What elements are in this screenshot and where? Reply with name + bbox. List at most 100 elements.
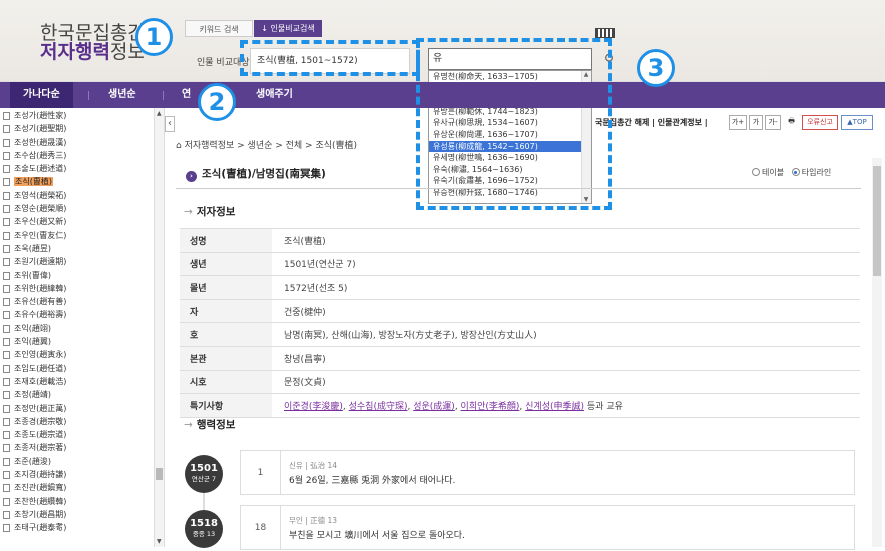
sidebar-author-item[interactable]: 조영석(趙榮祏) [0,189,164,202]
document-icon [3,391,10,400]
sidebar-author-item[interactable]: 조정(趙靖) [0,388,164,401]
sidebar-author-item[interactable]: 조우신(趙又新) [0,215,164,228]
document-icon [3,471,10,480]
document-icon [3,284,10,293]
sidebar-author-item[interactable]: 조유수(趙裕壽) [0,308,164,321]
document-icon [3,244,10,253]
main-scrollbar[interactable] [872,158,882,547]
author-info-table: 성명 조식(曺植) 생년 1501년(연산군 7) 몰년 1572년(선조 5) 자 건중(楗… [180,228,860,418]
timeline-year: 1518 중종 13 [185,510,223,548]
scroll-up-icon[interactable]: ▲ [157,110,162,117]
sidebar-author-item[interactable]: 조수삼(趙秀三) [0,149,164,162]
author-list: 조성가(趙性家) 조성기(趙聖期) 조성한(趙晟漢) 조수삼(趙秀三) 조술도(趙述道)… [0,108,165,547]
sidebar-author-item[interactable]: 조종도(趙宗道) [0,428,164,441]
annotation-badge-1: 1 [135,18,173,56]
error-report-button[interactable]: 오류신고 [802,115,838,130]
document-icon [3,404,10,413]
radio-timeline[interactable] [791,168,800,176]
info-row: 시호 문정(文貞) [180,370,860,394]
document-icon [3,165,10,174]
tab-person-compare[interactable]: ↓ 인물비교검색 [254,20,322,37]
sidebar-author-item[interactable]: 조종경(趙宗敬) [0,415,164,428]
sidebar-author-item[interactable]: 조익(趙翊) [0,322,164,335]
sidebar-scroll-thumb[interactable] [156,468,163,480]
sidebar-author-item[interactable]: 조태구(趙泰耉) [0,521,164,534]
font-reset-button[interactable]: 가 [749,115,763,130]
nav-alphabetical[interactable]: 가나다순 [10,82,73,108]
sidebar-author-item[interactable]: 조위한(趙緯韓) [0,282,164,295]
info-row: 특기사항 이준경(李浚慶), 성수침(成守琛), 성운(成運), 이희안(李希顔)… [180,393,860,418]
document-icon [3,444,10,453]
nav-birth-year[interactable]: 생년순 [108,82,136,108]
sidebar-author-item[interactable]: 조성한(趙晟漢) [0,136,164,149]
page-title: › 조식(曺植)/남명집(南冥集) [186,166,326,182]
font-increase-button[interactable]: 가+ [729,115,747,130]
document-icon [3,510,10,519]
tab-keyword-search[interactable]: 키워드 검색 [185,20,253,37]
top-button[interactable]: ▲TOP [841,115,873,130]
document-icon [3,298,10,307]
sidebar-author-item[interactable]: 조정만(趙正萬) [0,402,164,415]
nav-era[interactable]: 연 [182,82,191,108]
document-icon [3,324,10,333]
sidebar-author-item[interactable]: 조원기(趙遠期) [0,255,164,268]
chevron-right-icon: › [186,171,197,182]
sidebar-author-item[interactable]: 조익(趙翼) [0,335,164,348]
sidebar-author-item[interactable]: 조창기(趙昌期) [0,508,164,521]
document-icon [3,125,10,134]
sidebar-author-item[interactable]: 조진관(趙鎭寬) [0,481,164,494]
document-icon [3,497,10,506]
print-icon[interactable]: 🖶 [785,115,798,130]
logo-line2: 저자행력정보 [40,41,145,63]
info-row: 본관 창녕(昌寧) [180,346,860,371]
main-scroll-thumb[interactable] [873,166,881,276]
arrow-right-icon: → [184,206,193,218]
document-icon [3,311,10,320]
view-toggle[interactable]: 테이블 타임라인 [752,167,831,178]
font-decrease-button[interactable]: 가- [765,115,781,130]
sidebar-author-item[interactable]: 조인영(趙寅永) [0,348,164,361]
sidebar-author-item[interactable]: 조임도(趙任道) [0,362,164,375]
home-icon[interactable]: ⌂ [176,141,182,151]
sidebar-author-item[interactable]: 조식(曺植) [0,175,164,188]
document-icon [3,112,10,120]
sidebar-author-item[interactable]: 조위(曺偉) [0,269,164,282]
annotation-box-3 [416,38,612,210]
sidebar-author-item[interactable]: 조유선(趙有善) [0,295,164,308]
annotation-box-2 [240,40,420,76]
document-icon [3,271,10,280]
sidebar-author-item[interactable]: 조지겸(趙持謙) [0,468,164,481]
person-link[interactable]: 성운(成運) [413,402,455,412]
sidebar-scrollbar[interactable] [154,108,164,547]
breadcrumb: ⌂ 저자행력정보 > 생년순 > 전체 > 조식(曺植) [176,141,358,151]
section-author-info: → 저자정보 [184,206,236,218]
scroll-down-icon[interactable]: ▼ [157,538,162,545]
document-icon [3,218,10,227]
nav-life-cycle[interactable]: 생애주기 [256,82,293,108]
sidebar-author-item[interactable]: 조찬한(趙纘韓) [0,495,164,508]
sidebar-author-item[interactable]: 조종저(趙宗著) [0,441,164,454]
person-link[interactable]: 이준경(李浚慶) [284,402,343,412]
sidebar-author-item[interactable]: 조술도(趙述道) [0,162,164,175]
person-link[interactable]: 신계성(申季誠) [525,402,584,412]
document-icon [3,431,10,440]
radio-table[interactable] [752,168,760,176]
sidebar-author-item[interactable]: 조우인(曺友仁) [0,229,164,242]
person-link[interactable]: 성수침(成守琛) [349,402,408,412]
annotation-badge-3: 3 [637,49,675,87]
info-row: 자 건중(楗仲) [180,299,860,323]
person-link[interactable]: 이희안(李希顔) [461,402,520,412]
sidebar-author-item[interactable]: 조영순(趙榮順) [0,202,164,215]
keyboard-icon[interactable] [595,28,615,38]
sidebar-author-item[interactable]: 조준(趙浚) [0,455,164,468]
document-icon [3,151,10,160]
site-logo[interactable]: 한국문집총간 저자행력정보 [40,24,145,62]
sidebar-author-item[interactable]: 조성기(趙聖期) [0,122,164,135]
document-icon [3,258,10,267]
sidebar-author-item[interactable]: 조재호(趙載浩) [0,375,164,388]
sidebar-author-item[interactable]: 조욱(趙昱) [0,242,164,255]
document-icon [3,191,10,200]
sidebar-author-item[interactable]: 조성가(趙性家) [0,109,164,122]
timeline-year: 1501 연산군 7 [185,455,223,493]
collapse-sidebar-button[interactable]: ‹ [165,116,175,132]
